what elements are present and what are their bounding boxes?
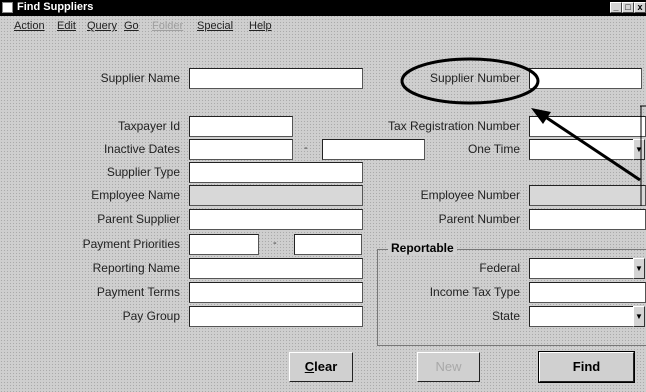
supplier-number-input[interactable] [529, 68, 642, 89]
parent-number-input[interactable] [529, 209, 646, 230]
menu-help[interactable]: Help [249, 20, 272, 32]
dropdown-arrow-icon[interactable]: ▼ [633, 258, 645, 279]
state-label: State [491, 309, 520, 323]
reporting-name-input[interactable] [189, 258, 363, 279]
income-tax-type-label: Income Tax Type [429, 285, 520, 299]
title-bar: Find Suppliers _ □ x [0, 0, 646, 16]
window-title: Find Suppliers [17, 1, 94, 13]
menu-folder[interactable]: Folder [152, 20, 183, 32]
menu-query[interactable]: Query [87, 20, 117, 32]
income-tax-type-input[interactable] [529, 282, 646, 303]
close-icon[interactable]: x [634, 2, 646, 13]
payment-priorities-from-input[interactable] [189, 234, 259, 255]
menu-go[interactable]: Go [124, 20, 139, 32]
employee-number-label: Employee Number [420, 188, 520, 202]
menu-bar: Action Edit Query Go Folder Special Help [0, 17, 646, 35]
parent-supplier-label: Parent Supplier [97, 212, 180, 226]
payment-priorities-separator: - [273, 237, 277, 249]
federal-select[interactable] [529, 258, 634, 279]
clear-button[interactable]: Clear [289, 352, 353, 382]
inactive-dates-to-input[interactable] [322, 139, 425, 160]
employee-number-input[interactable] [529, 185, 646, 206]
parent-supplier-input[interactable] [189, 209, 363, 230]
one-time-select[interactable] [529, 139, 634, 160]
tax-registration-number-label: Tax Registration Number [387, 119, 520, 133]
dropdown-arrow-icon[interactable]: ▼ [633, 139, 645, 160]
minimize-icon[interactable]: _ [610, 2, 622, 13]
state-select[interactable] [529, 306, 634, 327]
employee-name-label: Employee Name [91, 188, 180, 202]
supplier-type-input[interactable] [189, 162, 363, 183]
federal-label: Federal [479, 261, 520, 275]
inactive-dates-separator: - [304, 142, 308, 154]
new-button[interactable]: New [417, 352, 480, 382]
payment-priorities-label: Payment Priorities [82, 237, 180, 251]
supplier-name-label: Supplier Name [100, 71, 180, 85]
tax-registration-number-input[interactable] [529, 116, 646, 137]
taxpayer-id-label: Taxpayer Id [117, 119, 180, 133]
supplier-number-label: Supplier Number [429, 71, 520, 85]
menu-action[interactable]: Action [14, 20, 45, 32]
reportable-group-title: Reportable [388, 241, 457, 255]
payment-priorities-to-input[interactable] [294, 234, 362, 255]
menu-edit[interactable]: Edit [57, 20, 76, 32]
pay-group-label: Pay Group [122, 309, 180, 323]
taxpayer-id-input[interactable] [189, 116, 293, 137]
one-time-label: One Time [467, 142, 520, 156]
inactive-dates-from-input[interactable] [189, 139, 293, 160]
supplier-name-input[interactable] [189, 68, 363, 89]
reporting-name-label: Reporting Name [92, 261, 180, 275]
maximize-icon[interactable]: □ [622, 2, 634, 13]
clear-button-mnemonic: C [304, 359, 315, 374]
find-button[interactable]: Find [538, 351, 635, 383]
inactive-dates-label: Inactive Dates [103, 142, 180, 156]
dropdown-arrow-icon[interactable]: ▼ [633, 306, 645, 327]
menu-special[interactable]: Special [197, 20, 233, 32]
payment-terms-input[interactable] [189, 282, 363, 303]
app-icon [2, 2, 13, 13]
employee-name-input[interactable] [189, 185, 363, 206]
parent-number-label: Parent Number [438, 212, 520, 226]
clear-button-label: lear [314, 359, 338, 374]
supplier-type-label: Supplier Type [106, 165, 180, 179]
payment-terms-label: Payment Terms [96, 285, 180, 299]
pay-group-input[interactable] [189, 306, 363, 327]
